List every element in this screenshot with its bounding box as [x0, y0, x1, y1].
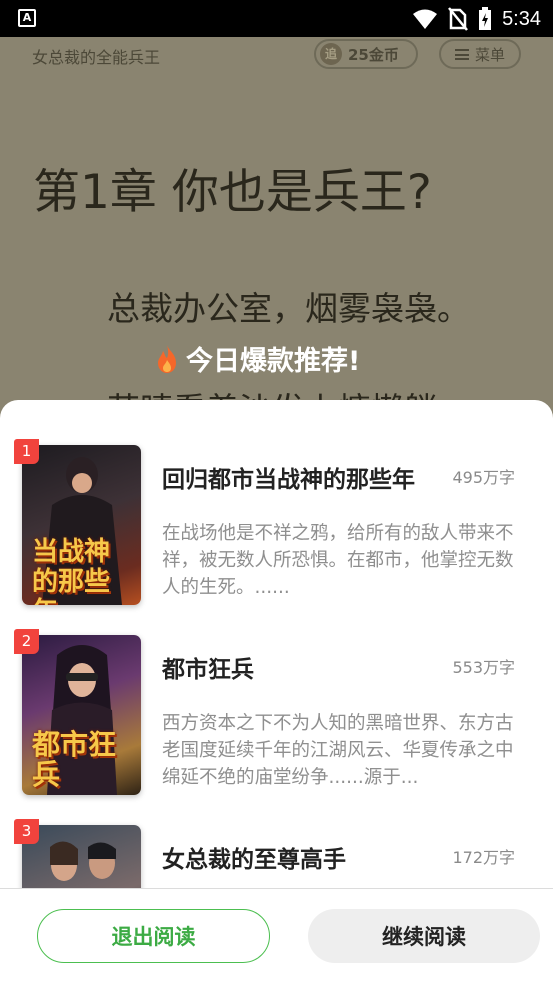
status-bar: A 5:34: [0, 0, 553, 37]
word-count: 172万字: [452, 848, 515, 867]
coin-icon: 追: [320, 43, 342, 65]
clock: 5:34: [502, 7, 541, 30]
app-notification-icon: A: [18, 9, 36, 27]
menu-label: 菜单: [474, 45, 505, 64]
coin-balance-button[interactable]: 追 25金币: [314, 39, 418, 69]
rank-badge: 3: [14, 819, 39, 844]
book-cover: 当战神的那些年: [22, 445, 141, 605]
recommend-heading: 今日爆款推荐!: [154, 339, 360, 378]
menu-icon: [454, 48, 469, 60]
battery-charging-icon: [479, 7, 492, 30]
book-item[interactable]: 1 当战神的那些年 回归都市当战神的那些年 495万字 在战场他是不祥之鸦，给所…: [0, 400, 553, 605]
rank-badge: 2: [14, 629, 39, 654]
book-title: 回归都市当战神的那些年: [162, 467, 415, 493]
continue-reading-button[interactable]: 继续阅读: [308, 909, 540, 963]
book-title: 女总裁的至尊高手: [162, 847, 346, 873]
chapter-paragraph: 总裁办公室，烟雾袅袅。: [107, 289, 470, 328]
reader-book-title: 女总裁的全能兵王: [32, 48, 161, 67]
exit-reading-button[interactable]: 退出阅读: [37, 909, 270, 963]
no-sim-icon: [448, 7, 469, 31]
book-cover: 都市狂兵: [22, 635, 141, 795]
fire-icon: [158, 344, 176, 373]
chapter-title: 第1章 你也是兵王?: [33, 165, 432, 220]
wifi-icon: [413, 9, 438, 29]
book-item[interactable]: 2 都市狂兵 都市狂兵 553万字 西方资本之下不为人知的黑暗世界、东方古老国度…: [0, 590, 553, 795]
word-count: 495万字: [452, 468, 515, 487]
book-description: 西方资本之下不为人知的黑暗世界、东方古老国度延续千年的江湖风云、华夏传承之中绵延…: [162, 713, 514, 788]
coin-balance-label: 25金币: [348, 45, 399, 64]
recommend-title: 今日爆款推荐!: [186, 346, 361, 377]
word-count: 553万字: [452, 658, 515, 677]
book-description: 在战场他是不祥之鸦，给所有的敌人带来不祥，被无数人所恐惧。在都市，他掌控无数人的…: [162, 523, 514, 598]
book-title: 都市狂兵: [162, 657, 254, 683]
rank-badge: 1: [14, 439, 39, 464]
status-icons: 5:34: [412, 6, 541, 32]
menu-button[interactable]: 菜单: [439, 39, 521, 69]
sheet-footer: 退出阅读 继续阅读: [0, 888, 553, 983]
